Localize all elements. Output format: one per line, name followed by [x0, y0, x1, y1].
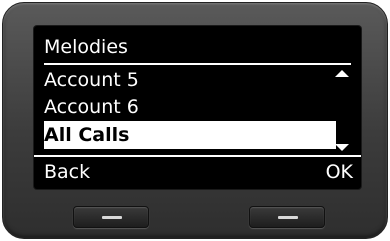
- menu-item-label: All Calls: [44, 124, 130, 146]
- minus-icon: [102, 216, 122, 219]
- left-display-key[interactable]: [73, 206, 149, 228]
- menu-item-all-calls[interactable]: All Calls: [44, 121, 336, 149]
- minus-icon: [278, 216, 298, 219]
- phone-body: Melodies Account 5 Account 6 All Calls B…: [2, 2, 388, 239]
- back-softkey-label[interactable]: Back: [44, 157, 90, 187]
- screen-title: Melodies: [44, 34, 351, 65]
- menu-item-label: Account 6: [44, 96, 139, 118]
- softkey-bar: Back OK: [34, 155, 361, 189]
- menu-item-label: Account 5: [44, 69, 139, 91]
- triangle-down-icon: [335, 144, 349, 151]
- menu-item-account-6[interactable]: Account 6: [44, 93, 336, 121]
- screen-title-text: Melodies: [44, 36, 128, 58]
- triangle-up-icon: [335, 70, 349, 77]
- menu-item-account-5[interactable]: Account 5: [44, 66, 336, 94]
- ok-softkey-label[interactable]: OK: [326, 157, 353, 187]
- display-screen: Melodies Account 5 Account 6 All Calls B…: [34, 26, 361, 189]
- right-display-key[interactable]: [249, 206, 325, 228]
